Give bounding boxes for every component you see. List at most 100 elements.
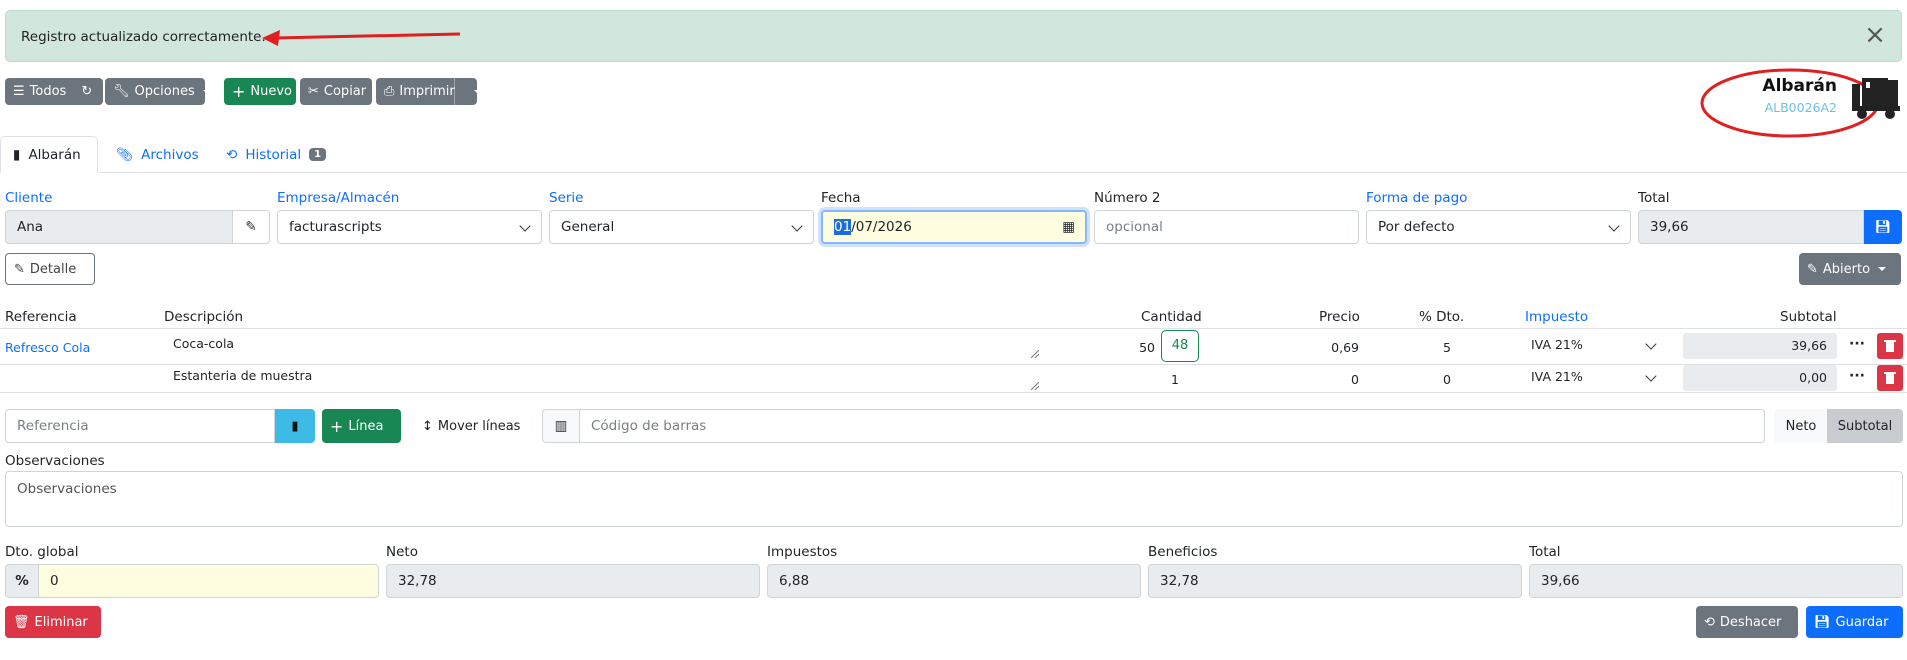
line-price-input[interactable]: 0 [1259,372,1359,387]
product-search-button[interactable]: ▮ [275,409,315,443]
date-input[interactable]: 01/07/2026 ▦ [821,210,1087,244]
status-button[interactable]: ✎ Abierto [1799,253,1901,285]
calendar-icon[interactable]: ▦ [1062,219,1075,235]
detail-button[interactable]: ✎ Detalle [5,253,95,285]
close-icon[interactable]: × [1861,21,1889,49]
undo-icon: ⟲ [1704,614,1715,630]
caret-down-icon [1878,267,1887,271]
line-tax-select[interactable]: IVA 21% [1525,363,1665,393]
scissors-icon: ✂ [308,84,319,99]
edit-client-button[interactable]: ✎ [232,210,270,244]
all-button[interactable]: ☰ Todos ↻ [5,78,103,105]
subtotal-toggle-button[interactable]: Subtotal [1827,409,1903,443]
col-discount: % Dto. [1419,309,1465,325]
undo-button[interactable]: ⟲ Deshacer [1696,606,1798,638]
save-button[interactable]: 💾︎ Guardar [1806,606,1903,638]
chevron-down-icon [519,220,531,232]
company-label: Empresa/Almacén [277,190,400,206]
add-line-button[interactable]: + Línea [322,409,401,443]
edit-square-icon: ✎ [14,261,25,277]
net-readonly: 32,78 [386,564,760,598]
line-subtotal: 0,00 [1683,365,1837,391]
delete-line-button[interactable] [1877,365,1903,391]
net-toggle-button[interactable]: Neto [1774,409,1828,443]
total-label: Total [1638,190,1670,206]
history-count-badge: 1 [309,148,327,161]
delete-button[interactable]: 🗑︎ Eliminar [5,606,101,638]
options-button[interactable]: 🔧︎ Opciones [105,78,211,105]
col-reference: Referencia [5,309,77,325]
book-icon: ▮ [291,418,299,434]
line-quantity-input[interactable]: 50 [1125,340,1155,355]
col-tax[interactable]: Impuesto [1525,309,1588,325]
more-options-icon[interactable]: ··· [1843,333,1871,359]
new-button[interactable]: + Nuevo [224,78,296,105]
line-reference-link[interactable]: Refresco Cola [5,340,90,355]
trash-icon: 🗑︎ [13,614,30,630]
global-discount-label: Dto. global [5,544,79,560]
plus-icon: + [330,416,344,436]
profit-readonly: 32,78 [1148,564,1522,598]
client-label[interactable]: Cliente [5,190,52,206]
tab-historial[interactable]: ⟲ Historial 1 [214,136,338,173]
tab-archivos[interactable]: 📎︎ Archivos [104,136,211,173]
refresh-icon[interactable]: ↻ [81,84,92,99]
chevron-down-icon [791,220,803,232]
chevron-down-icon [1645,370,1657,382]
print-button[interactable]: ⎙ Imprimir [376,78,482,105]
col-description: Descripción [164,309,244,325]
line-discount-input[interactable]: 0 [1412,372,1482,387]
pencil-icon: ✎ [245,219,257,235]
new-line-reference-input[interactable]: Referencia [5,409,275,443]
save-total-button[interactable]: 💾︎ [1864,210,1902,244]
stock-badge: 48 [1161,330,1199,362]
client-input[interactable]: Ana [5,210,233,244]
chevron-down-icon [1645,338,1657,350]
series-label: Serie [549,190,584,206]
caret-down-icon [202,89,211,94]
line-description-input[interactable]: Coca-cola [164,331,1042,361]
alert-message: Registro actualizado correctamente. [21,29,266,45]
plus-icon: + [232,82,246,101]
barcode-icon: ▥ [542,409,580,443]
number2-label: Número 2 [1094,190,1161,206]
percent-icon: % [5,564,39,598]
floppy-disk-icon: 💾︎ [1814,614,1831,630]
grand-total-readonly: 39,66 [1529,564,1903,598]
annotation-arrow [262,30,461,46]
more-options-icon[interactable]: ··· [1843,365,1871,391]
grand-total-label: Total [1529,544,1561,560]
list-icon: ☰ [13,84,25,99]
wrench-icon: 🔧︎ [113,84,130,99]
trash-icon [1884,372,1896,384]
file-icon: ▮ [13,146,21,163]
date-label: Fecha [821,190,861,206]
profit-label: Beneficios [1148,544,1218,560]
paperclip-icon: 📎︎ [116,146,134,163]
line-price-input[interactable]: 0,69 [1259,340,1359,355]
chevron-down-icon [1608,220,1620,232]
col-quantity: Cantidad [1141,309,1202,325]
tab-albaran[interactable]: ▮ Albarán [0,136,98,173]
global-discount-input[interactable]: 0 [38,564,379,598]
observations-textarea[interactable]: Observaciones [5,471,1903,527]
copy-button[interactable]: ✂ Copiar [300,78,372,105]
line-subtotal: 39,66 [1683,333,1837,359]
line-description-input[interactable]: Estanteria de muestra [164,363,1042,393]
delivery-truck-icon [1852,78,1900,119]
delete-line-button[interactable] [1877,333,1903,359]
barcode-input[interactable]: Código de barras [579,409,1765,443]
number2-input[interactable]: opcional [1094,210,1359,244]
move-lines-button[interactable]: ↕ Mover líneas [414,409,534,443]
line-quantity-input[interactable]: 1 [1160,372,1190,387]
payment-select[interactable]: Por defecto [1366,210,1631,244]
line-tax-select[interactable]: IVA 21% [1525,331,1665,361]
taxes-label: Impuestos [767,544,838,560]
trash-icon [1884,340,1896,352]
total-readonly: 39,66 [1638,210,1864,244]
payment-label: Forma de pago [1366,190,1468,206]
series-select[interactable]: General [549,210,814,244]
line-discount-input[interactable]: 5 [1412,340,1482,355]
company-select[interactable]: facturascripts [277,210,542,244]
caret-down-icon[interactable] [473,89,482,94]
